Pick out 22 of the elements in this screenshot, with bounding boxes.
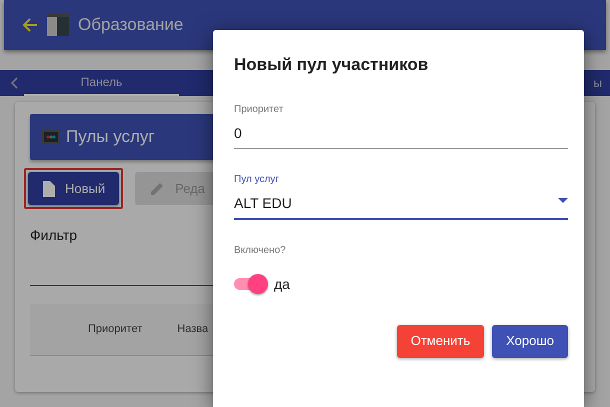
app-title: Образование (78, 14, 184, 36)
filter-label: Фильтр (30, 226, 78, 245)
cancel-button[interactable]: Отменить (396, 324, 484, 358)
chevron-left-icon[interactable] (10, 77, 18, 89)
priority-field[interactable]: Приоритет 0 (234, 102, 568, 148)
monitor-icon (42, 130, 60, 144)
dialog-title: Новый пул участников (234, 54, 430, 76)
pencil-icon (149, 180, 166, 196)
pool-select[interactable]: Пул услуг ALT EDU (234, 172, 568, 220)
dropdown-caret-icon (558, 198, 568, 202)
ok-button[interactable]: Хорошо (492, 324, 568, 358)
card-title: Пулы услуг (66, 126, 155, 148)
new-button[interactable]: Новый (28, 172, 120, 205)
document-icon (42, 180, 55, 196)
back-arrow-icon[interactable] (22, 18, 38, 32)
column-header[interactable]: Назва (177, 321, 208, 338)
tab[interactable]: ы (593, 70, 602, 96)
tab[interactable]: Панель (24, 70, 179, 96)
enabled-label: Включено? (234, 244, 287, 258)
switch-label: да (274, 274, 290, 294)
column-header[interactable]: Приоритет (88, 321, 142, 338)
window-icon (46, 13, 70, 37)
